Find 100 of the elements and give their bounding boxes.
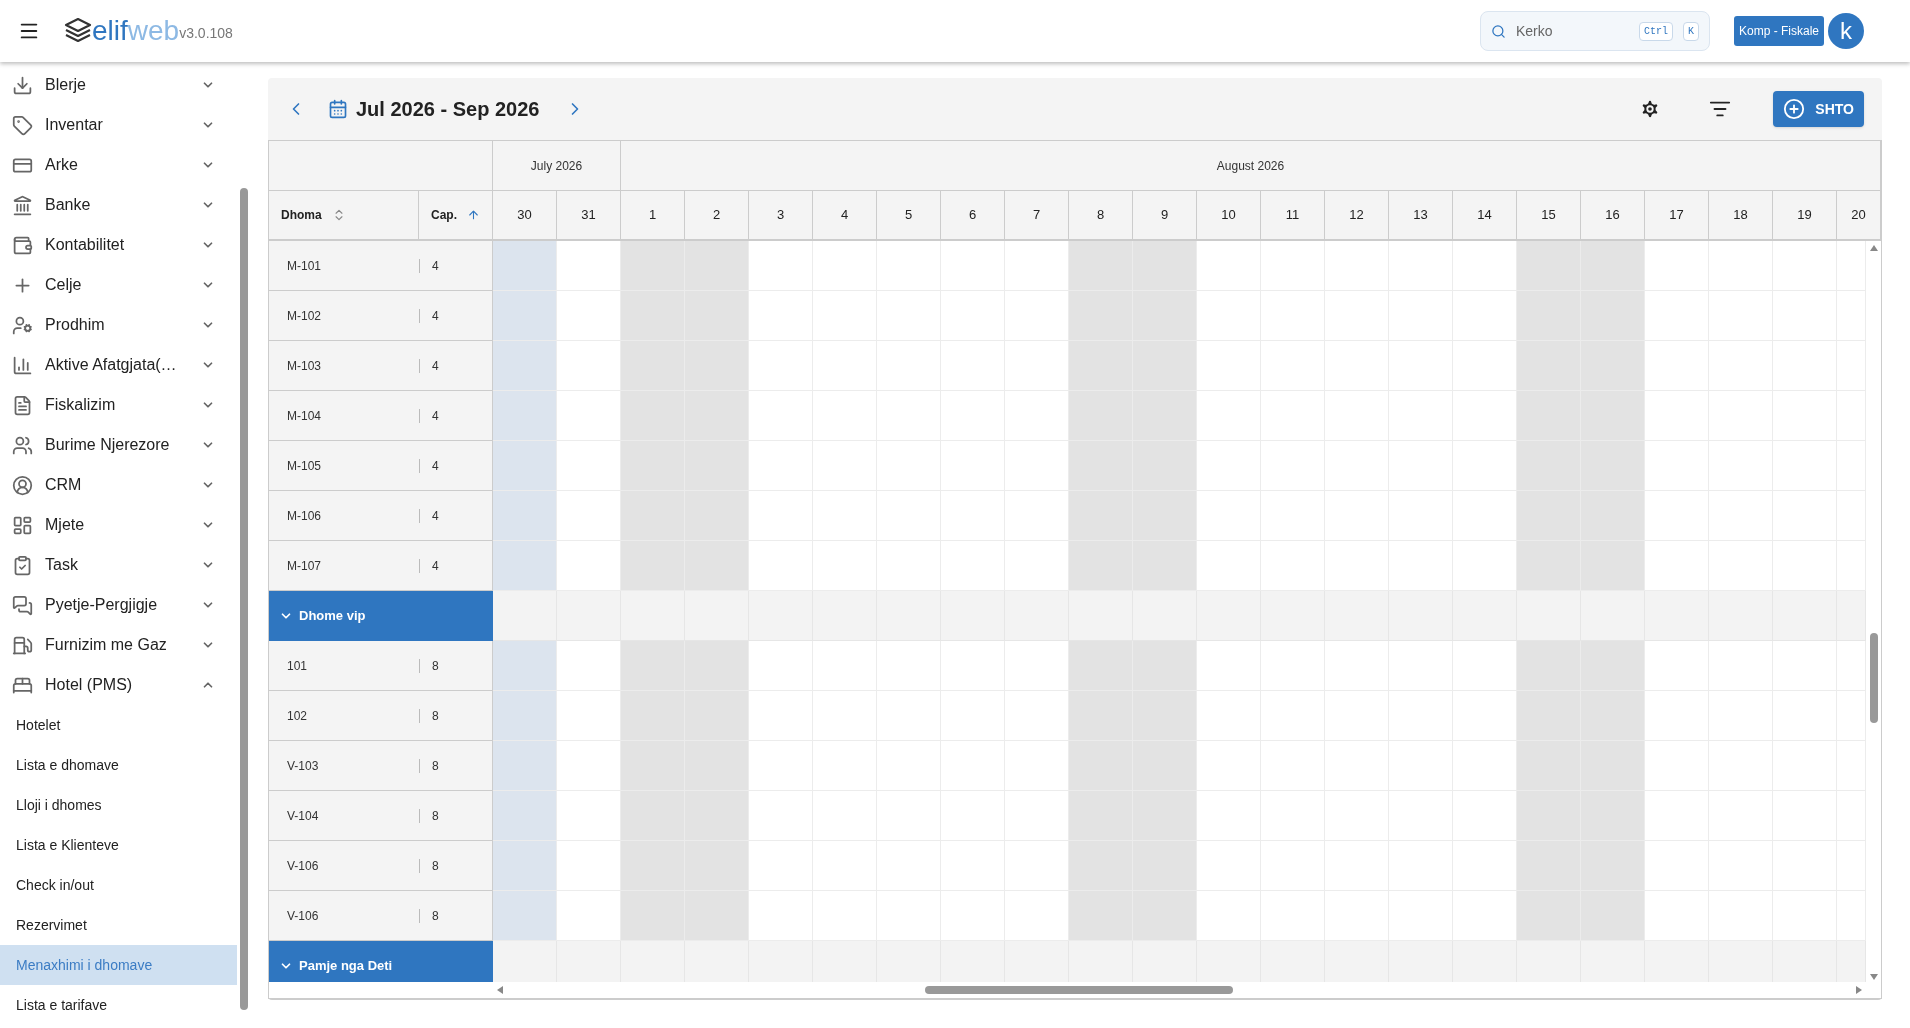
day-cell[interactable]: [685, 541, 749, 591]
day-cell[interactable]: [1133, 841, 1197, 891]
day-cell[interactable]: [1261, 941, 1325, 982]
sidebar-item[interactable]: Arke: [0, 145, 237, 185]
day-cell[interactable]: [1197, 891, 1261, 941]
day-cell[interactable]: [1069, 591, 1133, 641]
day-cell[interactable]: [1645, 441, 1709, 491]
day-cell[interactable]: [1325, 641, 1389, 691]
day-cell[interactable]: [493, 441, 557, 491]
day-cell[interactable]: [685, 241, 749, 291]
day-cell[interactable]: [1453, 491, 1517, 541]
day-cell[interactable]: [1069, 941, 1133, 982]
day-cell[interactable]: [1517, 241, 1581, 291]
day-cell[interactable]: [1197, 841, 1261, 891]
day-cell[interactable]: [1517, 541, 1581, 591]
day-cell[interactable]: [1709, 941, 1773, 982]
day-cell[interactable]: [1453, 291, 1517, 341]
day-cell[interactable]: [1709, 241, 1773, 291]
sidebar-item[interactable]: Pyetje-Pergjigje: [0, 585, 237, 625]
day-cell[interactable]: [1005, 941, 1069, 982]
sidebar-subitem[interactable]: Lista e dhomave: [0, 745, 237, 785]
search-field[interactable]: Kerko: [1515, 20, 1629, 42]
day-cell[interactable]: [557, 891, 621, 941]
day-cell[interactable]: [1389, 541, 1453, 591]
day-cell[interactable]: [1069, 741, 1133, 791]
day-cell[interactable]: [621, 941, 685, 982]
day-cell[interactable]: [1645, 891, 1709, 941]
day-cell[interactable]: [1133, 491, 1197, 541]
day-cell[interactable]: [1389, 941, 1453, 982]
day-cell[interactable]: [1581, 541, 1645, 591]
day-cell[interactable]: [1005, 441, 1069, 491]
day-cell[interactable]: [621, 891, 685, 941]
day-cell[interactable]: [685, 441, 749, 491]
day-cell[interactable]: [1517, 491, 1581, 541]
day-cell[interactable]: [557, 941, 621, 982]
day-cell[interactable]: [1581, 391, 1645, 441]
day-cell[interactable]: [1645, 941, 1709, 982]
day-cell[interactable]: [1645, 291, 1709, 341]
day-cell[interactable]: [1133, 791, 1197, 841]
day-cell[interactable]: [1773, 591, 1837, 641]
day-cell[interactable]: [1005, 691, 1069, 741]
sidebar-subitem[interactable]: Check in/out: [0, 865, 237, 905]
day-cell[interactable]: [1197, 941, 1261, 982]
day-cell[interactable]: [1837, 891, 1866, 941]
day-cell[interactable]: [749, 241, 813, 291]
sidebar-item[interactable]: Blerje: [0, 65, 237, 105]
day-cell[interactable]: [685, 791, 749, 841]
day-cell[interactable]: [1837, 241, 1866, 291]
day-cell[interactable]: [749, 441, 813, 491]
day-cell[interactable]: [1133, 341, 1197, 391]
day-cell[interactable]: [1709, 891, 1773, 941]
day-cell[interactable]: [1517, 741, 1581, 791]
company-button[interactable]: Komp - Fiskale: [1733, 16, 1824, 46]
day-cell[interactable]: [749, 291, 813, 341]
day-cell[interactable]: [749, 391, 813, 441]
day-cell[interactable]: [1261, 541, 1325, 591]
day-cell[interactable]: [1133, 241, 1197, 291]
day-cell[interactable]: [1645, 641, 1709, 691]
group-header[interactable]: Pamje nga Deti: [269, 941, 493, 982]
day-cell[interactable]: [1581, 891, 1645, 941]
day-cell[interactable]: [1581, 641, 1645, 691]
sidebar-item[interactable]: Celje: [0, 265, 237, 305]
day-cell[interactable]: [1453, 341, 1517, 391]
day-cell[interactable]: [1389, 241, 1453, 291]
day-cell[interactable]: [621, 391, 685, 441]
day-cell[interactable]: [1517, 941, 1581, 982]
day-cell[interactable]: [493, 391, 557, 441]
sidebar-item[interactable]: Banke: [0, 185, 237, 225]
day-cell[interactable]: [493, 891, 557, 941]
day-cell[interactable]: [813, 941, 877, 982]
day-cell[interactable]: [1773, 891, 1837, 941]
day-cell[interactable]: [1133, 441, 1197, 491]
day-cell[interactable]: [685, 291, 749, 341]
day-cell[interactable]: [749, 941, 813, 982]
day-cell[interactable]: [877, 541, 941, 591]
day-cell[interactable]: [1453, 741, 1517, 791]
day-cell[interactable]: [493, 291, 557, 341]
sidebar-item[interactable]: Furnizim me Gaz: [0, 625, 237, 665]
day-cell[interactable]: [621, 741, 685, 791]
day-cell[interactable]: [1517, 591, 1581, 641]
day-cell[interactable]: [1517, 291, 1581, 341]
day-cell[interactable]: [1133, 741, 1197, 791]
day-cell[interactable]: [685, 491, 749, 541]
day-cell[interactable]: [941, 591, 1005, 641]
day-cell[interactable]: [1517, 841, 1581, 891]
day-cell[interactable]: [493, 341, 557, 391]
day-cell[interactable]: [557, 391, 621, 441]
day-cell[interactable]: [1325, 541, 1389, 591]
day-cell[interactable]: [1517, 341, 1581, 391]
day-cell[interactable]: [1581, 341, 1645, 391]
day-cell[interactable]: [813, 541, 877, 591]
day-cell[interactable]: [1581, 591, 1645, 641]
day-cell[interactable]: [1453, 941, 1517, 982]
day-cell[interactable]: [1197, 341, 1261, 391]
day-cell[interactable]: [1133, 291, 1197, 341]
day-cell[interactable]: [941, 541, 1005, 591]
sidebar-item[interactable]: Prodhim: [0, 305, 237, 345]
day-cell[interactable]: [557, 491, 621, 541]
day-cell[interactable]: [941, 641, 1005, 691]
day-cell[interactable]: [557, 541, 621, 591]
